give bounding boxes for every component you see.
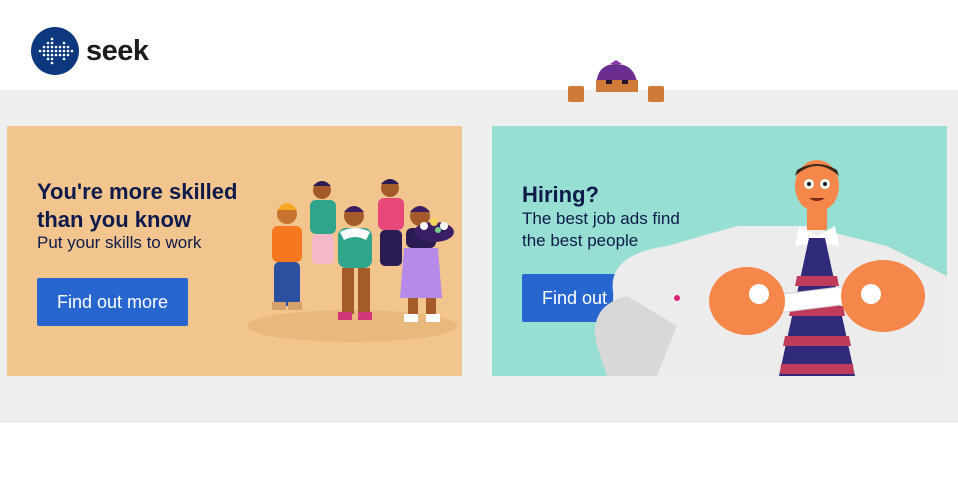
team-illustration bbox=[247, 179, 457, 342]
site-header: seek bbox=[0, 0, 958, 90]
promo-subtitle: Put your skills to work bbox=[37, 233, 202, 252]
recruiter-illustration bbox=[595, 160, 947, 376]
brand-name: seek bbox=[86, 34, 149, 67]
seek-logo-icon bbox=[31, 27, 79, 75]
peeking-character-illustration bbox=[568, 60, 664, 102]
promo-title: You're more skilled than you know bbox=[37, 179, 238, 232]
seek-logo[interactable]: seek bbox=[30, 26, 149, 76]
find-out-more-button[interactable]: Find out more bbox=[37, 278, 188, 326]
promo-card-hiring: Hiring? The best job ads find the best p… bbox=[492, 126, 947, 376]
promo-card-skills: You're more skilled than you know Put yo… bbox=[7, 126, 462, 376]
